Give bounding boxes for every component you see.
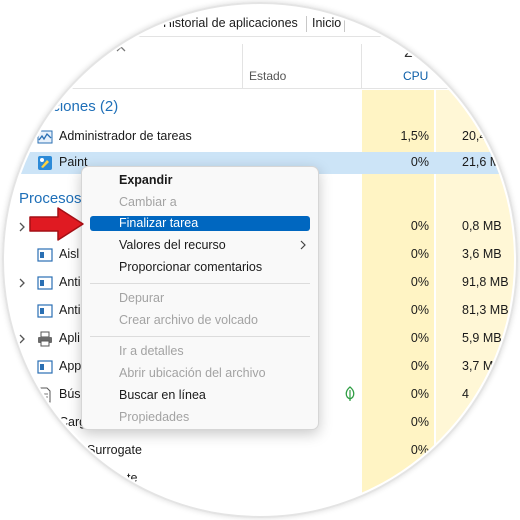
tab-app-history[interactable]: Historial de aplicaciones xyxy=(163,16,298,30)
printer-icon xyxy=(38,331,52,347)
cpu-total-percent: 2 xyxy=(404,44,413,61)
menu-item-properties: Propiedades xyxy=(119,410,190,424)
menu-item-open-file-location: Abrir ubicación del archivo xyxy=(119,366,266,380)
efficiency-leaf-icon xyxy=(345,386,355,401)
paint-icon xyxy=(38,156,52,170)
task-manager-window: Historial de aplicaciones Inicio Estado … xyxy=(6,6,514,514)
app-window-icon xyxy=(37,360,53,374)
app-window-icon xyxy=(37,304,53,318)
column-header-cpu[interactable]: CPU xyxy=(403,69,428,83)
menu-item-end-task[interactable]: Finalizar tarea xyxy=(90,216,310,231)
expand-chevron-icon[interactable] xyxy=(17,221,27,233)
tab-divider xyxy=(344,16,345,32)
expand-chevron-icon[interactable] xyxy=(17,333,27,345)
tab-divider xyxy=(306,16,307,32)
process-cpu: 0% xyxy=(410,443,429,457)
menu-separator xyxy=(90,283,310,284)
tabs-divider xyxy=(6,36,514,37)
red-pointer-arrow-icon xyxy=(29,207,84,241)
process-cpu: 0% xyxy=(410,331,429,345)
process-cpu: 0% xyxy=(410,275,429,289)
process-memory: 20,4 xyxy=(462,129,487,143)
table-row[interactable]: Surrogate 0% xyxy=(6,440,514,462)
tab-startup[interactable]: Inicio xyxy=(312,16,341,30)
menu-item-debug: Depurar xyxy=(119,291,165,305)
table-row[interactable]: te xyxy=(6,468,514,490)
tab-bar: Historial de aplicaciones Inicio xyxy=(6,8,514,36)
task-manager-icon xyxy=(37,130,53,144)
document-icon xyxy=(39,387,51,403)
menu-item-search-online[interactable]: Buscar en línea xyxy=(119,388,206,402)
column-divider xyxy=(361,44,362,88)
context-menu: Expandir Cambiar a Finalizar tarea Valor… xyxy=(81,166,319,430)
process-name: Bús xyxy=(59,387,81,401)
process-cpu: 0% xyxy=(410,247,429,261)
process-cpu: 0% xyxy=(410,155,429,169)
process-memory: 3,6 MB xyxy=(462,247,502,261)
menu-separator xyxy=(90,336,310,337)
app-window-icon xyxy=(37,276,53,290)
process-name: Anti xyxy=(59,275,81,289)
menu-item-feedback[interactable]: Proporcionar comentarios xyxy=(119,260,262,274)
circular-zoom-lens: Historial de aplicaciones Inicio Estado … xyxy=(6,6,514,514)
process-memory: 0,8 MB xyxy=(462,219,502,233)
menu-item-expand[interactable]: Expandir xyxy=(119,173,173,187)
section-apps-heading: aciones (2) xyxy=(44,98,119,115)
app-window-icon xyxy=(37,248,53,262)
sort-up-chevron-icon[interactable] xyxy=(116,44,126,54)
header-divider xyxy=(6,88,514,89)
process-name: Aisl xyxy=(59,247,80,261)
process-name: Surrogate xyxy=(87,443,142,457)
menu-item-switch-to: Cambiar a xyxy=(119,195,177,209)
process-cpu: 1,5% xyxy=(400,129,430,143)
process-memory: 91,8 MB xyxy=(462,275,509,289)
menu-item-end-task-label: Finalizar tarea xyxy=(119,216,199,230)
process-memory: 21,6 M xyxy=(462,155,501,169)
process-cpu: 0% xyxy=(410,415,429,429)
process-name: Administrador de tareas xyxy=(59,129,192,143)
process-name: te xyxy=(127,471,138,485)
menu-item-resource-values[interactable]: Valores del recurso xyxy=(119,238,226,252)
column-header-status[interactable]: Estado xyxy=(249,69,286,83)
menu-item-create-dump: Crear archivo de volcado xyxy=(119,313,258,327)
process-memory: 81,3 MB xyxy=(462,303,509,317)
process-name: App xyxy=(59,359,82,373)
process-cpu: 0% xyxy=(410,219,429,233)
menu-item-go-to-details: Ir a detalles xyxy=(119,344,184,358)
process-name: Apli xyxy=(59,331,80,345)
table-row[interactable]: Administrador de tareas 1,5% 20,4 xyxy=(6,126,514,148)
submenu-chevron-icon xyxy=(300,240,306,250)
process-name: Anti xyxy=(59,303,81,317)
zoomed-screenshot-stage: Historial de aplicaciones Inicio Estado … xyxy=(0,0,520,520)
process-memory: 5,9 MB xyxy=(462,331,502,345)
expand-chevron-icon[interactable] xyxy=(17,389,27,401)
process-cpu: 0% xyxy=(410,359,429,373)
process-memory: 4 xyxy=(462,387,469,401)
process-memory: 3,7 M xyxy=(462,359,494,373)
process-cpu: 0% xyxy=(410,303,429,317)
column-divider xyxy=(242,44,243,88)
process-cpu: 0% xyxy=(410,387,429,401)
expand-chevron-icon[interactable] xyxy=(17,277,27,289)
